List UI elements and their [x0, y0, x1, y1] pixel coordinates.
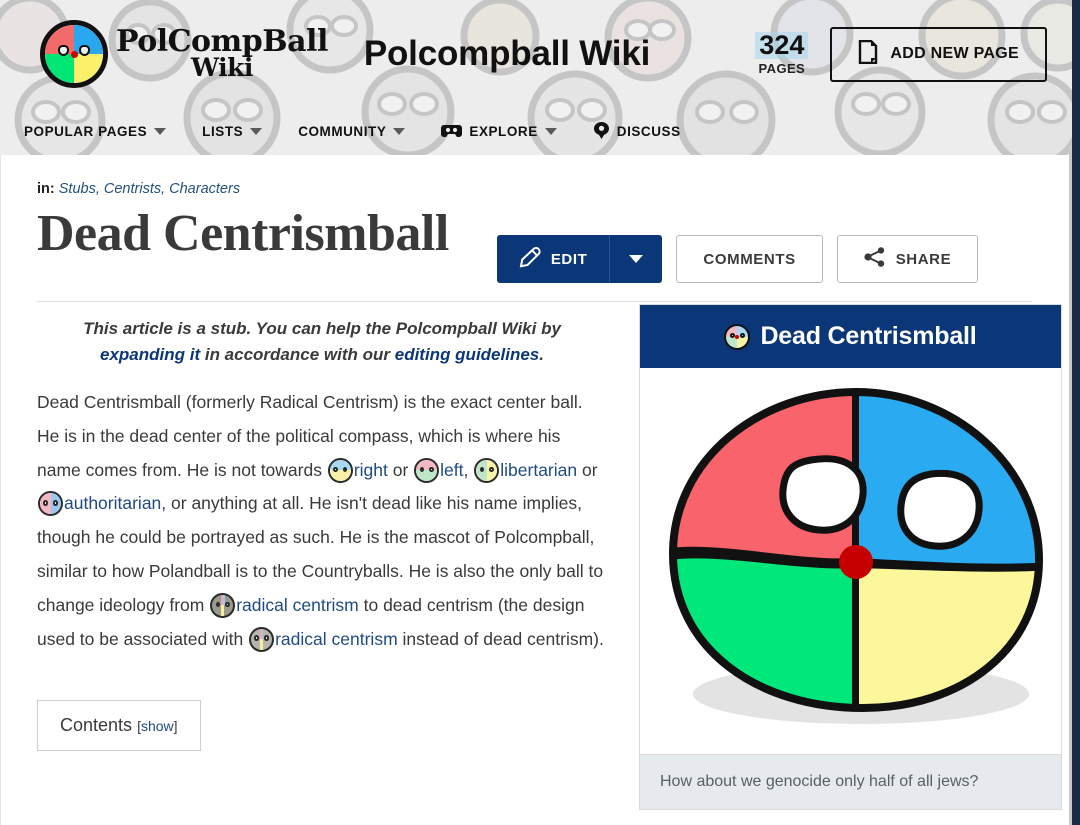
- site-nav: POPULAR PAGES LISTS COMMUNITY EXPLORE DI…: [0, 108, 1072, 155]
- article-text-2: or: [387, 459, 414, 480]
- nav-item-label: COMMUNITY: [298, 124, 387, 139]
- chevron-down-icon: [393, 128, 406, 135]
- nav-item-label: EXPLORE: [469, 124, 538, 139]
- libertarian-ball-icon: [474, 457, 500, 483]
- radical-centrism-ball-icon: [249, 626, 275, 652]
- infobox-column: Dead Centrismball How about we genocide …: [607, 302, 1062, 810]
- chevron-down-icon: [629, 255, 644, 263]
- stub-notice-expand-link[interactable]: expanding it: [100, 345, 200, 364]
- nav-item-label: DISCUSS: [616, 124, 681, 139]
- share-nodes-icon: [864, 247, 886, 271]
- site-logo[interactable]: PolCompBall Wiki: [40, 20, 328, 88]
- add-new-page-label: ADD NEW PAGE: [890, 45, 1019, 62]
- stub-notice-text3: .: [539, 345, 544, 365]
- chevron-down-icon: [250, 128, 263, 135]
- nav-item-discuss[interactable]: DISCUSS: [593, 115, 697, 149]
- nav-item-community[interactable]: COMMUNITY: [298, 118, 421, 145]
- page-count: 324 PAGES: [755, 32, 809, 76]
- nav-item-explore[interactable]: EXPLORE: [441, 117, 572, 147]
- site-header: PolCompBall Wiki Polcompball Wiki 324 PA…: [0, 0, 1072, 155]
- page-plus-icon: [858, 39, 878, 69]
- stub-notice-guidelines-link[interactable]: editing guidelines: [395, 345, 540, 364]
- article-text-7: instead of dead centrism).: [397, 628, 604, 649]
- site-title: Polcompball Wiki: [363, 34, 651, 73]
- left-ball-icon: [414, 457, 440, 483]
- chevron-down-icon: [544, 128, 557, 135]
- comments-button-label: COMMENTS: [703, 250, 796, 268]
- contents-label: Contents: [60, 714, 133, 735]
- contents-show-link[interactable]: show: [141, 718, 174, 734]
- authoritarian-link[interactable]: authoritarian: [64, 493, 161, 513]
- infobox-image[interactable]: [640, 368, 1061, 754]
- pencil-icon: [519, 246, 541, 272]
- logo-wordmark-line2: Wiki: [190, 53, 253, 83]
- comments-button[interactable]: COMMENTS: [676, 235, 823, 283]
- contents-box: Contents [show]: [37, 699, 201, 751]
- nav-item-label: POPULAR PAGES: [24, 124, 148, 139]
- page-actions: EDIT COMMENTS SHARE: [496, 235, 979, 283]
- right-rail: [1072, 0, 1080, 825]
- infobox-title: Dead Centrismball: [640, 305, 1061, 368]
- edit-button-group: EDIT: [496, 235, 663, 283]
- polcompball-logo-icon: [40, 20, 108, 88]
- libertarian-link[interactable]: libertarian: [500, 460, 577, 480]
- radical-centrism-link-1[interactable]: radical centrism: [236, 595, 359, 615]
- contents-toggle: [show]: [137, 718, 177, 734]
- radical-centrism-link-2[interactable]: radical centrism: [275, 629, 398, 649]
- edit-button-label: EDIT: [550, 250, 588, 268]
- infobox: Dead Centrismball How about we genocide …: [639, 304, 1062, 810]
- article-column: This article is a stub. You can help the…: [37, 302, 607, 810]
- contents-bracket-close: ]: [173, 717, 178, 734]
- infobox-caption: How about we genocide only half of all j…: [640, 754, 1061, 809]
- article-text-4: or: [577, 459, 598, 480]
- right-link[interactable]: right: [354, 460, 388, 480]
- page-count-number: 324: [755, 32, 809, 59]
- article-body: Dead Centrismball (formerly Radical Cent…: [37, 386, 607, 656]
- chevron-down-icon: [154, 128, 167, 135]
- breadcrumb-categories[interactable]: Stubs, Centrists, Characters: [59, 181, 240, 197]
- stub-notice: This article is a stub. You can help the…: [37, 316, 607, 369]
- page-count-label: PAGES: [758, 61, 806, 76]
- breadcrumb: in: Stubs, Centrists, Characters: [37, 181, 1032, 197]
- radical-centrism-ball-icon: [210, 592, 236, 618]
- edit-button[interactable]: EDIT: [496, 235, 611, 283]
- breadcrumb-prefix: in:: [37, 181, 55, 197]
- explore-icon: [441, 123, 463, 141]
- left-link[interactable]: left: [440, 460, 463, 480]
- nav-item-label: LISTS: [202, 124, 244, 139]
- infobox-title-text: Dead Centrismball: [760, 322, 977, 350]
- logo-wordmark-line1: PolCompBall: [116, 24, 328, 60]
- stub-notice-text1: This article is a stub. You can help the…: [83, 319, 561, 338]
- page-title: Dead Centrismball: [37, 205, 449, 262]
- dead-centrismball-illustration: [668, 387, 1043, 724]
- nav-item-lists[interactable]: LISTS: [202, 118, 278, 145]
- discuss-icon: [593, 121, 610, 143]
- edit-dropdown-button[interactable]: [610, 235, 663, 283]
- article-text-3: ,: [463, 459, 474, 480]
- nav-item-popular-pages[interactable]: POPULAR PAGES: [24, 118, 182, 145]
- page-panel: in: Stubs, Centrists, Characters Dead Ce…: [0, 155, 1068, 825]
- dead-centrismball-icon: [724, 323, 751, 350]
- add-new-page-button[interactable]: ADD NEW PAGE: [830, 26, 1047, 82]
- share-button-label: SHARE: [895, 250, 952, 268]
- share-button[interactable]: SHARE: [836, 235, 979, 283]
- logo-wordmark: PolCompBall Wiki: [116, 24, 328, 83]
- stub-notice-text2: in accordance with our: [200, 345, 395, 365]
- right-ball-icon: [327, 457, 353, 483]
- authoritarian-ball-icon: [38, 491, 63, 517]
